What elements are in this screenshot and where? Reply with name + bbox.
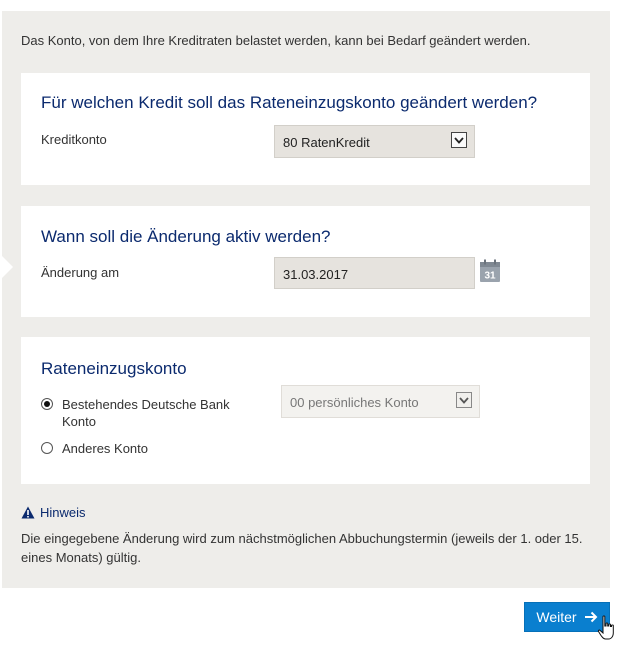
radio-existing-label: Bestehendes Deutsche Bank Konto [62,397,230,429]
chevron-down-icon [456,392,472,408]
credit-account-label: Kreditkonto [41,132,107,147]
hint-title: Hinweis [40,505,86,520]
change-date-value: 31.03.2017 [283,267,349,282]
date-section-title: Wann soll die Änderung aktiv werden? [41,227,331,246]
existing-account-value: 00 persönliches Konto [290,395,419,410]
warning-triangle-icon [21,506,35,519]
change-date-label: Änderung am [41,265,120,280]
hint-text: Die eingegebene Änderung wird zum nächst… [21,531,583,565]
radio-other-button[interactable] [41,442,53,454]
panel-notch [2,256,13,278]
chevron-down-icon [451,132,467,148]
radio-other-account[interactable]: Anderes Konto [41,440,252,457]
radio-other-label: Anderes Konto [62,441,149,456]
existing-account-select[interactable]: 00 persönliches Konto [281,385,480,418]
date-section: Wann soll die Änderung aktiv werden? Änd… [21,206,590,317]
credit-section-title: Für welchen Kredit soll das Rateneinzugs… [41,93,538,112]
next-button-label: Weiter [536,609,577,625]
account-section: Rateneinzugskonto Bestehendes Deutsche B… [21,337,590,484]
credit-section: Für welchen Kredit soll das Rateneinzugs… [21,73,590,185]
calendar-icon[interactable]: 31 [479,259,501,283]
account-section-title: Rateneinzugskonto [41,359,187,378]
credit-account-value: 80 RatenKredit [283,135,370,150]
change-date-input[interactable]: 31.03.2017 [274,257,475,289]
intro-text: Das Konto, von dem Ihre Kreditraten bela… [21,33,531,48]
radio-existing-account[interactable]: Bestehendes Deutsche Bank Konto [41,396,252,430]
hint-heading: Hinweis [21,505,86,520]
hand-pointer-icon [597,615,614,640]
calendar-day-text: 31 [484,271,496,282]
arrow-right-icon [584,611,598,623]
radio-existing-button[interactable] [41,398,53,410]
credit-account-select[interactable]: 80 RatenKredit [274,125,475,158]
